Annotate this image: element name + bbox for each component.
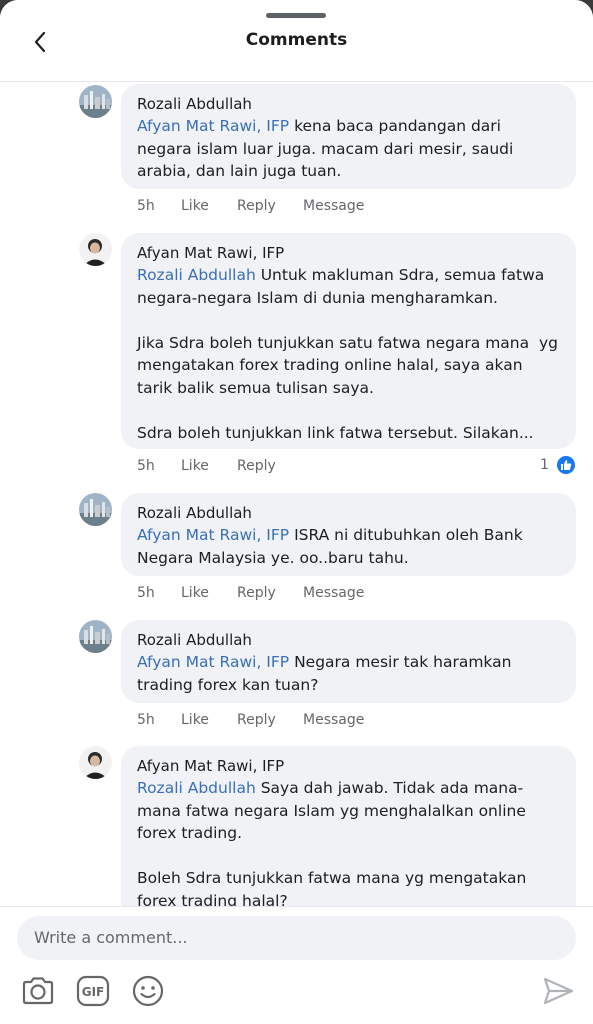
emoji-button[interactable] [130, 973, 166, 1009]
like-button[interactable]: Like [181, 198, 237, 214]
mention-link[interactable]: Rozali Abdullah [137, 779, 256, 797]
send-icon [543, 977, 574, 1005]
comment-author[interactable]: Rozali Abdullah [137, 629, 560, 651]
send-button[interactable] [540, 973, 576, 1009]
thumbs-up-icon [554, 454, 577, 476]
comment-actions: 5h Like Reply Message [137, 585, 364, 601]
comment-author[interactable]: Afyan Mat Rawi, IFP [137, 755, 560, 777]
comment-bubble[interactable]: Rozali Abdullah Afyan Mat Rawi, IFP kena… [121, 84, 576, 189]
reply-button[interactable]: Reply [237, 198, 303, 214]
comment-author[interactable]: Rozali Abdullah [137, 502, 560, 524]
avatar[interactable] [79, 233, 112, 266]
gif-icon: GIF [76, 975, 110, 1007]
comment-input[interactable]: Write a comment... [17, 916, 576, 960]
comment-text: Afyan Mat Rawi, IFP kena baca pandangan … [137, 117, 519, 180]
message-button[interactable]: Message [303, 198, 364, 214]
page-title: Comments [245, 30, 348, 50]
avatar[interactable] [79, 620, 112, 653]
avatar[interactable] [79, 493, 112, 526]
camera-icon [22, 977, 54, 1005]
comment-text: Afyan Mat Rawi, IFP Negara mesir tak har… [137, 653, 517, 694]
camera-button[interactable] [20, 973, 56, 1009]
mention-link[interactable]: Rozali Abdullah [137, 266, 256, 284]
reply-button[interactable]: Reply [237, 712, 303, 728]
message-button[interactable]: Message [303, 585, 364, 601]
comment-text: Rozali Abdullah Untuk makluman Sdra, sem… [137, 266, 558, 442]
header: Comments [0, 0, 593, 82]
svg-text:GIF: GIF [82, 985, 105, 999]
mention-link[interactable]: Afyan Mat Rawi, IFP [137, 117, 289, 135]
message-button[interactable]: Message [303, 712, 364, 728]
comment-bubble[interactable]: Rozali Abdullah Afyan Mat Rawi, IFP ISRA… [121, 493, 576, 576]
reaction-summary[interactable]: 1 [540, 454, 577, 476]
comment-bubble[interactable]: Rozali Abdullah Afyan Mat Rawi, IFP Nega… [121, 620, 576, 703]
comment-composer: Write a comment... GIF [0, 906, 593, 1024]
like-button[interactable]: Like [181, 712, 237, 728]
comment-actions: 5h Like Reply Message [137, 712, 364, 728]
city-skyline-avatar-icon [79, 620, 112, 653]
like-button[interactable]: Like [181, 458, 237, 474]
comment-bubble[interactable]: Afyan Mat Rawi, IFP Rozali Abdullah Untu… [121, 233, 576, 449]
comment-time: 5h [137, 712, 155, 728]
comment-author[interactable]: Afyan Mat Rawi, IFP [137, 242, 560, 264]
reaction-count: 1 [540, 457, 549, 473]
city-skyline-avatar-icon [79, 85, 112, 118]
gif-button[interactable]: GIF [75, 973, 111, 1009]
comment-author[interactable]: Rozali Abdullah [137, 93, 560, 115]
comment-text: Afyan Mat Rawi, IFP ISRA ni ditubuhkan o… [137, 526, 528, 567]
person-avatar-icon [79, 746, 112, 779]
avatar[interactable] [79, 85, 112, 118]
comment-time: 5h [137, 458, 155, 474]
mention-link[interactable]: Afyan Mat Rawi, IFP [137, 526, 289, 544]
comment-actions: 5h Like Reply Message [137, 198, 364, 214]
avatar[interactable] [79, 746, 112, 779]
comment-list[interactable]: Rozali Abdullah Afyan Mat Rawi, IFP kena… [0, 83, 593, 906]
drag-handle[interactable] [266, 13, 326, 18]
reply-button[interactable]: Reply [237, 585, 303, 601]
mention-link[interactable]: Afyan Mat Rawi, IFP [137, 653, 289, 671]
comment-time: 5h [137, 585, 155, 601]
reply-button[interactable]: Reply [237, 458, 303, 474]
comment-time: 5h [137, 198, 155, 214]
comments-sheet: Comments Rozali Abdullah Afyan Mat Rawi,… [0, 0, 593, 1024]
emoji-icon [132, 975, 164, 1007]
like-button[interactable]: Like [181, 585, 237, 601]
comment-text: Rozali Abdullah Saya dah jawab. Tidak ad… [137, 779, 527, 906]
person-avatar-icon [79, 233, 112, 266]
city-skyline-avatar-icon [79, 493, 112, 526]
comment-actions: 5h Like Reply [137, 458, 303, 474]
comment-bubble[interactable]: Afyan Mat Rawi, IFP Rozali Abdullah Saya… [121, 746, 576, 906]
